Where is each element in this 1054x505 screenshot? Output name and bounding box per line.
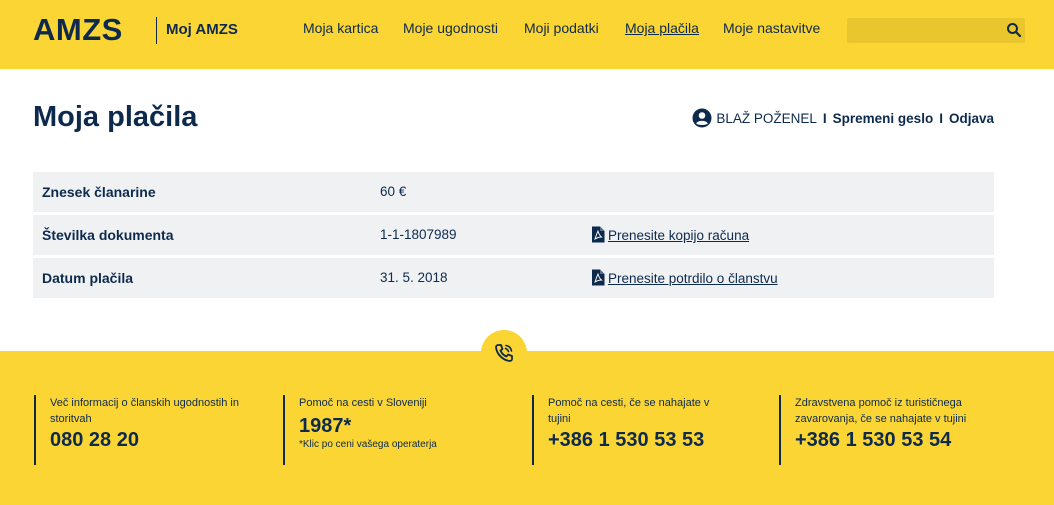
footer-info-text: Več informacij o članskih ugodnostih in … bbox=[50, 397, 239, 425]
page-title: Moja plačila bbox=[33, 101, 198, 133]
nav-moje-ugodnosti[interactable]: Moje ugodnosti bbox=[403, 20, 498, 36]
footer-slovenia-column: Pomoč na cesti v Sloveniji 1987* *Klic p… bbox=[283, 395, 513, 465]
moj-amzs-label[interactable]: Moj AMZS bbox=[166, 21, 238, 38]
footer-slovenia-phone[interactable]: 1987* bbox=[299, 415, 513, 438]
footer-info-column: Več informacij o članskih ugodnostih in … bbox=[34, 395, 264, 465]
phone-bubble bbox=[481, 330, 527, 376]
download-invoice-link[interactable]: Prenesite kopijo računa bbox=[591, 225, 749, 243]
nav-moja-kartica[interactable]: Moja kartica bbox=[303, 20, 378, 36]
row-value: 60 € bbox=[380, 184, 407, 199]
download-membership-link[interactable]: Prenesite potrdilo o članstvu bbox=[591, 268, 778, 286]
footer-health-column: Zdravstvena pomoč iz turističnega zavaro… bbox=[779, 395, 999, 465]
separator: I bbox=[822, 110, 827, 126]
search-icon[interactable] bbox=[1006, 22, 1022, 38]
footer-slovenia-text: Pomoč na cesti v Sloveniji bbox=[299, 397, 427, 409]
user-bar: BLAŽ POŽENEL I Spremeni geslo I Odjava bbox=[692, 108, 994, 128]
amzs-logo[interactable]: AMZS bbox=[33, 14, 123, 46]
nav-moji-podatki[interactable]: Moji podatki bbox=[524, 20, 599, 36]
footer-abroad-column: Pomoč na cesti, če se nahajate v tujini … bbox=[532, 395, 732, 465]
separator: I bbox=[939, 110, 943, 126]
payments-table: Znesek članarine 60 € Številka dokumenta… bbox=[33, 172, 994, 301]
pdf-icon bbox=[592, 269, 605, 285]
table-row: Številka dokumenta 1-1-1807989 Prenesite… bbox=[33, 215, 994, 255]
download-membership-label[interactable]: Prenesite potrdilo o članstvu bbox=[608, 271, 778, 286]
nav-moja-placila[interactable]: Moja plačila bbox=[625, 20, 699, 36]
table-row: Datum plačila 31. 5. 2018 Prenesite potr… bbox=[33, 258, 994, 298]
change-password-link[interactable]: Spremeni geslo bbox=[833, 111, 934, 126]
footer-slovenia-note: *Klic po ceni vašega operaterja bbox=[299, 439, 437, 450]
footer-health-phone[interactable]: +386 1 530 53 54 bbox=[795, 429, 999, 452]
row-label: Datum plačila bbox=[42, 270, 134, 286]
footer-info-phone[interactable]: 080 28 20 bbox=[50, 429, 264, 452]
pdf-icon bbox=[592, 226, 605, 242]
user-icon bbox=[692, 108, 712, 128]
footer-abroad-text: Pomoč na cesti, če se nahajate v tujini bbox=[548, 397, 710, 425]
row-value: 1-1-1807989 bbox=[380, 227, 457, 242]
logout-link[interactable]: Odjava bbox=[949, 111, 994, 126]
footer-health-text: Zdravstvena pomoč iz turističnega zavaro… bbox=[795, 397, 967, 425]
download-invoice-label[interactable]: Prenesite kopijo računa bbox=[608, 228, 749, 243]
search-input[interactable] bbox=[847, 18, 1025, 43]
nav-moje-nastavitve[interactable]: Moje nastavitve bbox=[723, 20, 820, 36]
row-label: Številka dokumenta bbox=[42, 227, 174, 243]
footer-abroad-phone[interactable]: +386 1 530 53 53 bbox=[548, 429, 732, 452]
user-name: BLAŽ POŽENEL bbox=[716, 110, 817, 126]
row-label: Znesek članarine bbox=[42, 184, 156, 200]
table-row: Znesek članarine 60 € bbox=[33, 172, 994, 212]
row-value: 31. 5. 2018 bbox=[380, 270, 448, 285]
phone-icon bbox=[495, 344, 513, 362]
logo-divider bbox=[156, 17, 157, 44]
site-header: AMZS Moj AMZS Moja kartica Moje ugodnost… bbox=[0, 0, 1054, 69]
